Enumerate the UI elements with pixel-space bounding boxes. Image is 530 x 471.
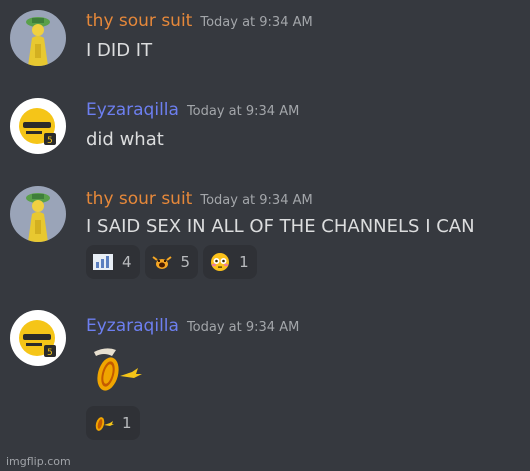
user-avatar[interactable] [10, 10, 66, 66]
reaction-shouting-face[interactable]: 5 [144, 245, 199, 279]
timestamp: Today at 9:34 AM [186, 320, 300, 335]
flushed-face-icon [211, 253, 230, 271]
message-header: Eyzaraqilla Today at 9:34 AM [86, 100, 299, 120]
message: 5 Eyzaraqilla Today at 9:34 AM did what [0, 90, 530, 170]
timestamp: Today at 9:34 AM [200, 193, 313, 208]
sunglasses-emoji-avatar-icon: 5 [10, 310, 66, 366]
message-header: thy sour suit Today at 9:34 AM [86, 189, 313, 209]
reaction-banana[interactable]: 1 [86, 406, 140, 440]
reaction-chart[interactable]: 4 [86, 245, 140, 279]
message-text: I DID IT [86, 40, 153, 61]
banana-icon [95, 417, 114, 431]
shouting-face-icon [151, 256, 172, 269]
banana-emoji-icon [94, 348, 142, 391]
username[interactable]: thy sour suit [86, 11, 192, 31]
message: 5 Eyzaraqilla Today at 9:34 AM 1 [0, 300, 530, 445]
username[interactable]: Eyzaraqilla [86, 316, 179, 336]
svg-text:5: 5 [47, 136, 53, 146]
username[interactable]: thy sour suit [86, 189, 192, 209]
sunglasses-emoji-avatar-icon: 5 [10, 98, 66, 154]
message-header: Eyzaraqilla Today at 9:34 AM [86, 316, 299, 336]
reactions-bar: 1 [86, 406, 140, 440]
timestamp: Today at 9:34 AM [186, 104, 300, 119]
message-header: thy sour suit Today at 9:34 AM [86, 11, 313, 31]
chart-icon [93, 254, 113, 270]
green-hat-figure-avatar-icon [10, 186, 66, 242]
user-avatar[interactable] [10, 186, 66, 242]
reaction-count: 4 [122, 253, 132, 271]
green-hat-figure-avatar-icon [10, 10, 66, 66]
reactions-bar: 4 5 1 [86, 245, 257, 279]
user-avatar[interactable]: 5 [10, 98, 66, 154]
username[interactable]: Eyzaraqilla [86, 100, 179, 120]
reaction-flushed-face[interactable]: 1 [203, 245, 257, 279]
reaction-count: 5 [180, 253, 191, 271]
reaction-count: 1 [239, 253, 249, 271]
svg-text:5: 5 [47, 348, 53, 358]
message-text: I SAID SEX IN ALL OF THE CHANNELS I CAN [86, 216, 475, 237]
message: thy sour suit Today at 9:34 AM I DID IT [0, 0, 530, 80]
message: thy sour suit Today at 9:34 AM I SAID SEX… [0, 178, 530, 288]
user-avatar[interactable]: 5 [10, 310, 66, 366]
message-text: did what [86, 129, 164, 150]
timestamp: Today at 9:34 AM [200, 15, 313, 30]
watermark: imgflip.com [6, 455, 71, 468]
reaction-count: 1 [122, 414, 132, 432]
